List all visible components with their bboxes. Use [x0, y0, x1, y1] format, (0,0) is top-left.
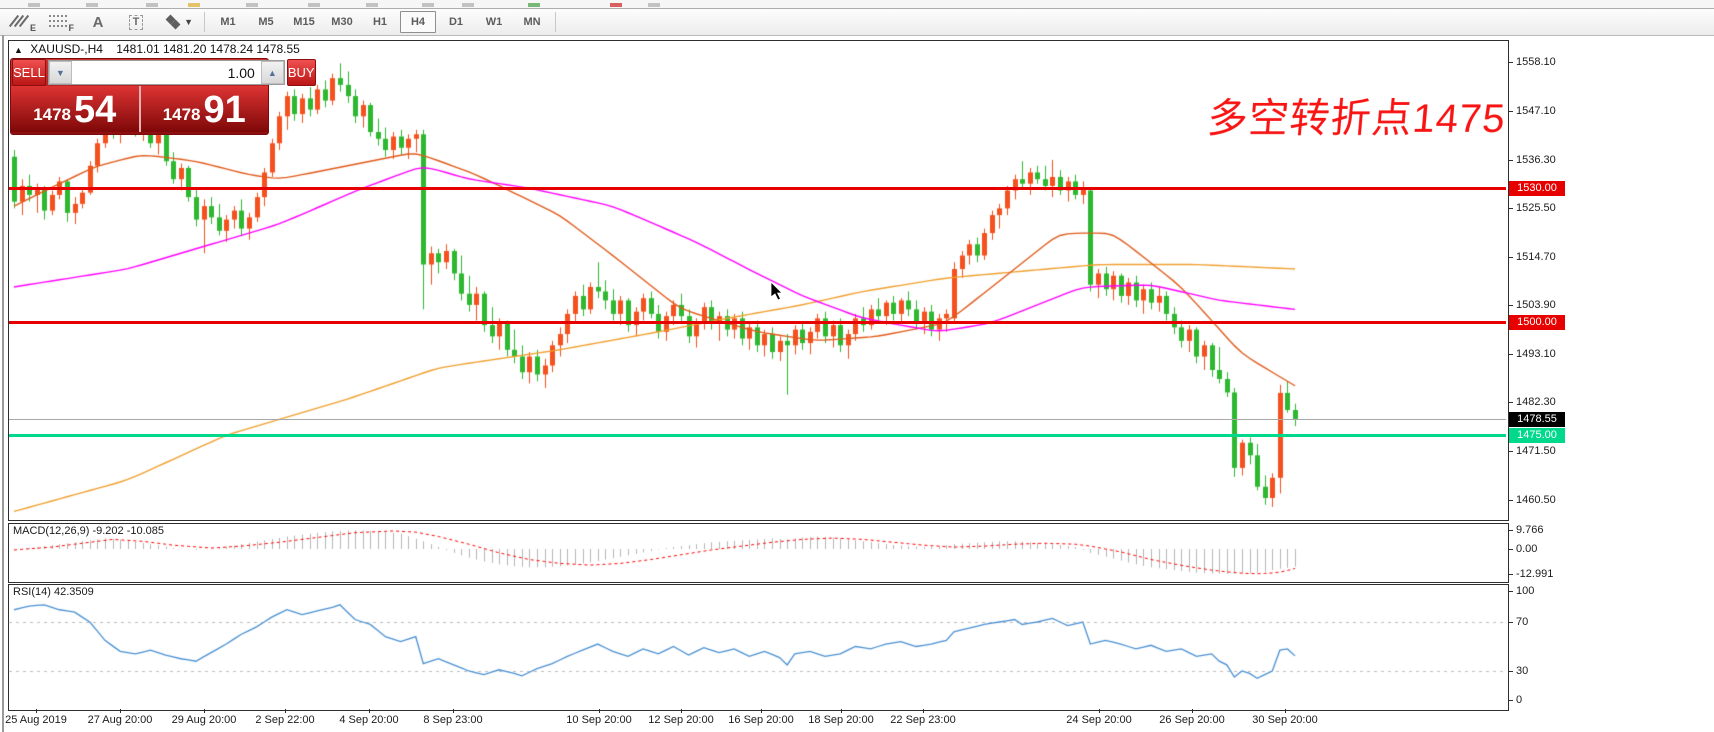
chart-annotation-text: 多空转折点1475: [1147, 86, 1508, 144]
volume-stepper: ▼ ▲: [48, 60, 285, 85]
time-tick-mark: [453, 709, 454, 713]
time-tick-mark: [1285, 709, 1286, 713]
price-level-tag: 1530.00: [1509, 181, 1565, 196]
sell-button[interactable]: SELL: [12, 59, 46, 86]
buy-price-box[interactable]: 1478 91: [141, 86, 269, 132]
ohlc-values: 1481.01 1481.20 1478.24 1478.55: [116, 42, 300, 56]
price-level-tag: 1475.00: [1509, 428, 1565, 443]
time-tick-mark: [36, 709, 37, 713]
rsi-tick-mark: [1508, 671, 1513, 672]
time-tick-mark: [923, 709, 924, 713]
time-tick-mark: [204, 709, 205, 713]
horizontal-level-line[interactable]: [9, 321, 1506, 324]
rsi-tick-label: 30: [1516, 665, 1528, 677]
collapse-triangle-icon[interactable]: ▲: [14, 45, 23, 55]
price-tick-label: 1460.50: [1516, 494, 1556, 506]
rsi-tick-mark: [1508, 622, 1513, 623]
macd-tick-label: 9.766: [1516, 524, 1544, 536]
time-tick-mark: [761, 709, 762, 713]
time-tick-label: 27 Aug 20:00: [88, 714, 153, 726]
time-tick-label: 12 Sep 20:00: [648, 714, 713, 726]
time-tick-label: 16 Sep 20:00: [728, 714, 793, 726]
price-tick-label: 1547.10: [1516, 105, 1556, 117]
macd-tick-mark: [1508, 574, 1513, 575]
time-tick-label: 10 Sep 20:00: [566, 714, 631, 726]
rsi-indicator-label: RSI(14) 42.3509: [13, 586, 94, 598]
time-tick-mark: [120, 709, 121, 713]
price-level-tag: 1478.55: [1509, 412, 1565, 427]
time-tick-label: 26 Sep 20:00: [1159, 714, 1224, 726]
time-tick-label: 25 Aug 2019: [5, 714, 67, 726]
rsi-tick-label: 100: [1516, 585, 1534, 597]
current-price-line[interactable]: [9, 419, 1506, 420]
time-tick-label: 30 Sep 20:00: [1252, 714, 1317, 726]
time-tick-label: 8 Sep 23:00: [423, 714, 482, 726]
chart-symbol-header: ▲ XAUUSD-,H4 1481.01 1481.20 1478.24 147…: [14, 42, 300, 56]
price-tick-mark: [1508, 62, 1513, 63]
price-tick-mark: [1508, 354, 1513, 355]
macd-tick-label: -12.991: [1516, 568, 1553, 580]
rsi-tick-label: 70: [1516, 616, 1528, 628]
price-tick-mark: [1508, 160, 1513, 161]
buy-price-big: 91: [204, 91, 246, 129]
price-tick-mark: [1508, 305, 1513, 306]
trading-terminal-window: EFAT▼ M1M5M15M30H1H4D1W1MN ▲ XAUUSD-,H4 …: [0, 0, 1714, 732]
time-tick-label: 18 Sep 20:00: [808, 714, 873, 726]
trade-panel-controls: SELL ▼ ▲ BUY: [11, 59, 268, 86]
symbol-label: XAUUSD-,H4: [30, 42, 103, 56]
macd-tick-label: 0.00: [1516, 543, 1537, 555]
price-tick-mark: [1508, 500, 1513, 501]
horizontal-level-line[interactable]: [9, 187, 1506, 190]
price-level-tag: 1500.00: [1509, 315, 1565, 330]
time-tick-mark: [1192, 709, 1193, 713]
mouse-cursor-icon: [770, 282, 786, 302]
price-tick-mark: [1508, 257, 1513, 258]
time-tick-mark: [369, 709, 370, 713]
time-tick-label: 4 Sep 20:00: [339, 714, 398, 726]
volume-increase-button[interactable]: ▲: [261, 61, 284, 84]
price-tick-label: 1493.10: [1516, 348, 1556, 360]
volume-input[interactable]: [72, 61, 261, 84]
sell-price-small: 1478: [33, 105, 71, 125]
rsi-tick-label: 0: [1516, 694, 1522, 706]
price-tick-label: 1482.30: [1516, 396, 1556, 408]
time-tick-mark: [841, 709, 842, 713]
price-tick-label: 1525.50: [1516, 202, 1556, 214]
trade-panel-prices: 1478 54 1478 91: [11, 86, 268, 132]
price-tick-mark: [1508, 451, 1513, 452]
time-tick-label: 2 Sep 22:00: [255, 714, 314, 726]
price-tick-mark: [1508, 402, 1513, 403]
rsi-tick-mark: [1508, 700, 1513, 701]
price-tick-mark: [1508, 111, 1513, 112]
macd-tick-mark: [1508, 530, 1513, 531]
price-tick-label: 1536.30: [1516, 154, 1556, 166]
sell-price-big: 54: [74, 91, 116, 129]
time-tick-label: 22 Sep 23:00: [890, 714, 955, 726]
time-tick-mark: [285, 709, 286, 713]
buy-price-small: 1478: [163, 105, 201, 125]
price-tick-label: 1471.50: [1516, 445, 1556, 457]
buy-button[interactable]: BUY: [287, 59, 316, 86]
price-tick-mark: [1508, 208, 1513, 209]
price-tick-label: 1503.90: [1516, 299, 1556, 311]
time-tick-label: 24 Sep 20:00: [1066, 714, 1131, 726]
price-tick-label: 1558.10: [1516, 56, 1556, 68]
macd-tick-mark: [1508, 549, 1513, 550]
rsi-tick-mark: [1508, 591, 1513, 592]
time-tick-mark: [681, 709, 682, 713]
macd-indicator-label: MACD(12,26,9) -9.202 -10.085: [13, 525, 164, 537]
one-click-trading-panel: SELL ▼ ▲ BUY 1478 54 1478 91: [10, 58, 269, 135]
price-tick-label: 1514.70: [1516, 251, 1556, 263]
time-tick-label: 29 Aug 20:00: [172, 714, 237, 726]
horizontal-level-line[interactable]: [9, 434, 1506, 437]
volume-decrease-button[interactable]: ▼: [49, 61, 72, 84]
sell-price-box[interactable]: 1478 54: [11, 86, 139, 132]
time-tick-mark: [599, 709, 600, 713]
time-tick-mark: [1099, 709, 1100, 713]
